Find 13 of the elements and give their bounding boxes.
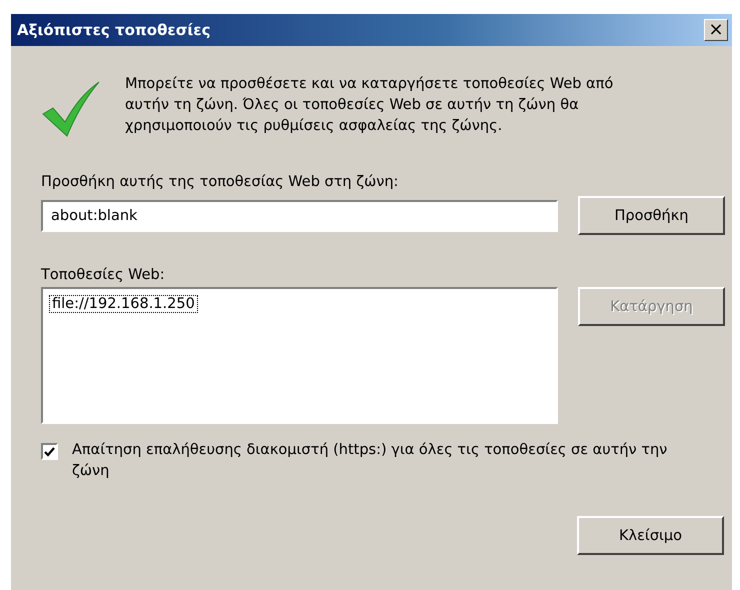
site-input[interactable]: about:blank	[41, 200, 558, 232]
checkbox[interactable]	[41, 443, 58, 460]
sites-list[interactable]: file://192.168.1.250	[41, 287, 558, 424]
checkbox-label: Απαίτηση επαλήθευσης διακομιστή (https:) για όλες τις τοποθεσίες σε αυτήν την ζώνη	[72, 441, 668, 481]
info-text: Μπορείτε να προσθέσετε και να καταργήσετε τοποθεσίες Web από αυτήν τη ζώνη. Όλες οι τοποθεσίες Web σε αυτήν τη ζώνη θα χρησιμοποιούν τις ρυθμίσεις ασφαλείας της ζώνης.	[125, 75, 614, 136]
field-label: Προσθήκη αυτής της τοποθεσίας Web στη ζώνη:	[41, 174, 400, 190]
close-dialog-button[interactable]: Κλείσιμο	[577, 516, 724, 555]
add-button[interactable]: Προσθήκη	[578, 196, 725, 235]
list-item[interactable]: file://192.168.1.250	[49, 295, 198, 313]
close-button[interactable]: ×	[704, 19, 728, 41]
checkmark-icon	[41, 80, 101, 138]
window-title: Αξιόπιστες τοποθεσίες	[17, 21, 211, 39]
list-label: Τοποθεσίες Web:	[41, 267, 166, 283]
